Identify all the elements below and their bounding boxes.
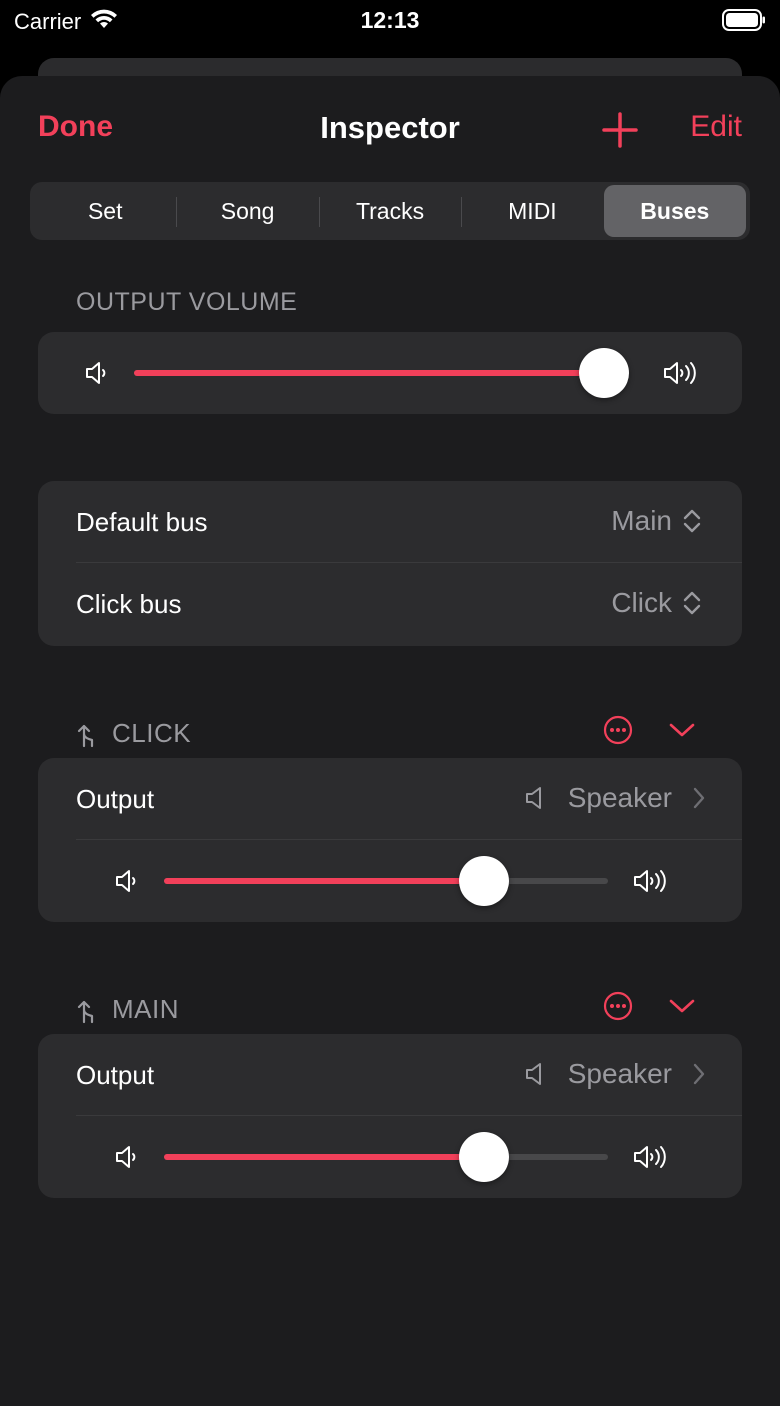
- output-volume-header: OUTPUT VOLUME: [76, 288, 298, 316]
- slider-thumb[interactable]: [579, 348, 630, 398]
- bus-header-main: MAIN: [76, 990, 716, 1030]
- bus-volume-slider[interactable]: [164, 1132, 608, 1182]
- output-volume-slider[interactable]: [134, 348, 630, 398]
- chevron-right-icon: [693, 1063, 705, 1085]
- tab-tracks[interactable]: Tracks: [318, 185, 461, 237]
- clock: 12:13: [360, 7, 420, 33]
- plus-icon: [602, 112, 638, 148]
- bus-name: CLICK: [112, 718, 192, 748]
- volume-low-icon: [114, 1144, 142, 1175]
- volume-low-icon: [114, 868, 142, 899]
- bus-card-main: Output Speaker: [38, 1034, 742, 1198]
- bus-volume-slider[interactable]: [164, 856, 608, 906]
- output-device: Speaker: [567, 782, 672, 813]
- bus-output-row[interactable]: Output Speaker: [38, 1034, 742, 1116]
- bus-header-click: CLICK: [76, 714, 716, 754]
- click-bus-label: Click bus: [76, 589, 182, 619]
- click-bus-value: Click: [611, 587, 672, 618]
- collapse-button[interactable]: [666, 714, 698, 746]
- speaker-icon: [525, 1063, 541, 1085]
- output-value[interactable]: Speaker: [524, 1058, 706, 1090]
- tab-buses[interactable]: Buses: [603, 185, 747, 237]
- tab-song[interactable]: Song: [176, 185, 318, 237]
- speaker-icon: [525, 787, 541, 809]
- bus-name: MAIN: [112, 994, 179, 1024]
- ellipsis-circle-icon: [603, 715, 633, 745]
- add-button[interactable]: [600, 110, 640, 150]
- output-volume-card: [38, 332, 742, 414]
- slider-thumb[interactable]: [458, 856, 509, 906]
- output-device: Speaker: [567, 1058, 672, 1089]
- edit-button[interactable]: Edit: [690, 110, 742, 144]
- tab-midi[interactable]: MIDI: [461, 185, 603, 237]
- inspector-tabs: Set Song Tracks MIDI Buses: [30, 182, 750, 240]
- slider-fill: [164, 1154, 484, 1160]
- bus-routing-card: Default bus Main Click bus Click: [38, 481, 742, 646]
- ellipsis-circle-icon: [603, 991, 633, 1021]
- volume-high-icon: [662, 360, 702, 391]
- output-value[interactable]: Speaker: [524, 782, 706, 814]
- default-bus-value: Main: [611, 505, 672, 536]
- bus-card-click: Output Speaker: [38, 758, 742, 922]
- chevron-up-down-icon: [683, 509, 701, 533]
- more-button[interactable]: [602, 714, 634, 746]
- tab-set[interactable]: Set: [34, 185, 176, 237]
- battery-icon: [722, 9, 766, 36]
- done-button[interactable]: Done: [38, 110, 113, 144]
- slider-thumb[interactable]: [458, 1132, 509, 1182]
- output-label: Output: [76, 784, 155, 814]
- chevron-down-icon: [669, 999, 695, 1013]
- collapse-button[interactable]: [666, 990, 698, 1022]
- volume-low-icon: [84, 360, 112, 391]
- slider-fill: [164, 878, 484, 884]
- status-bar: Carrier 12:13: [0, 0, 780, 50]
- inspector-sheet: Done Inspector Edit Set Song Tracks MIDI…: [0, 76, 780, 1406]
- click-bus-picker[interactable]: Click: [611, 587, 702, 619]
- default-bus-row[interactable]: Default bus Main: [38, 481, 742, 563]
- bus-output-row[interactable]: Output Speaker: [38, 758, 742, 840]
- output-label: Output: [76, 1060, 155, 1090]
- volume-high-icon: [632, 868, 672, 899]
- page-title: Inspector: [320, 110, 460, 145]
- chevron-right-icon: [693, 787, 705, 809]
- click-bus-row[interactable]: Click bus Click: [38, 563, 742, 645]
- bus-volume-row: [38, 840, 742, 922]
- bus-icon: [76, 718, 98, 753]
- default-bus-picker[interactable]: Main: [611, 505, 702, 537]
- navigation-bar: Done Inspector Edit: [0, 76, 780, 176]
- bus-icon: [76, 994, 98, 1029]
- slider-fill: [134, 370, 605, 376]
- more-button[interactable]: [602, 990, 634, 1022]
- chevron-up-down-icon: [683, 591, 701, 615]
- volume-high-icon: [632, 1144, 672, 1175]
- default-bus-label: Default bus: [76, 507, 208, 537]
- bus-volume-row: [38, 1116, 742, 1198]
- chevron-down-icon: [669, 723, 695, 737]
- output-volume-row: [38, 332, 742, 414]
